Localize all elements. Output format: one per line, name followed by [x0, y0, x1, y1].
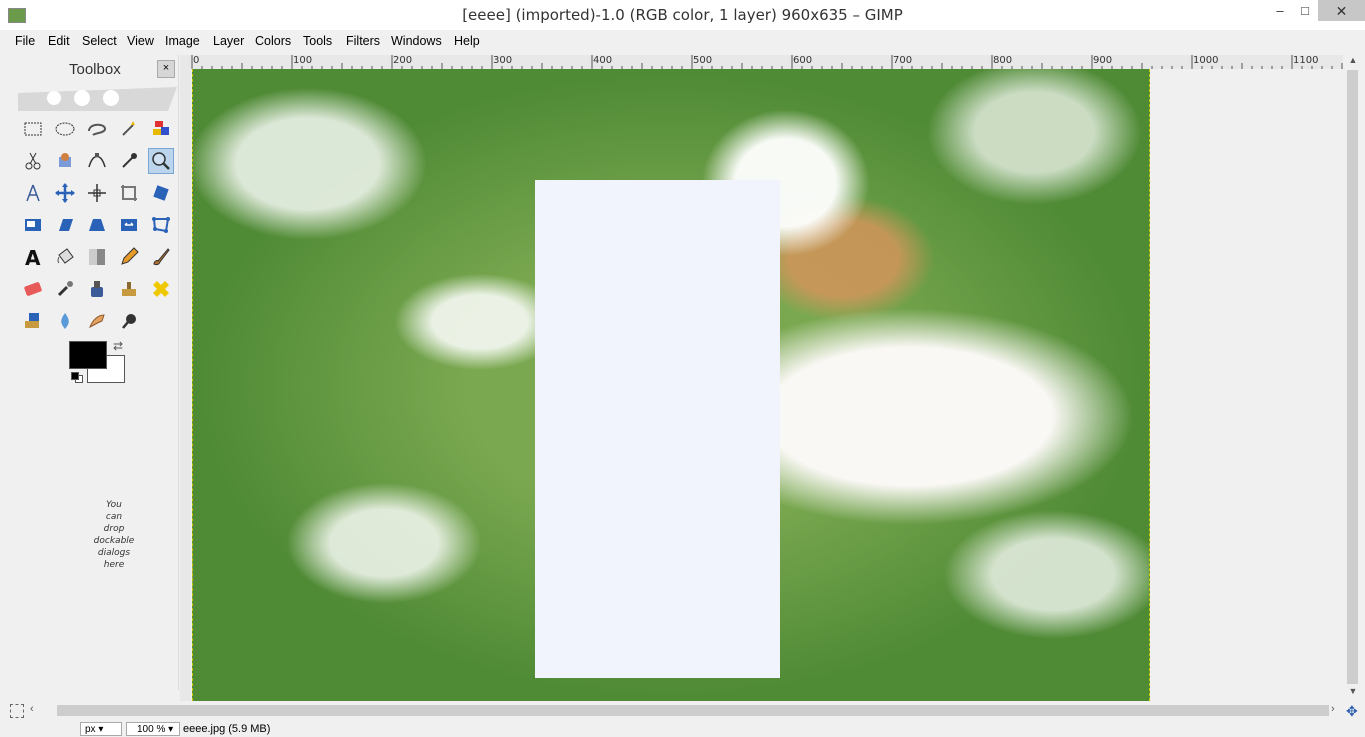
scroll-down-arrow-icon[interactable]: ▼: [1344, 686, 1362, 700]
toolbox-title: Toolbox: [69, 61, 121, 78]
move-tool-icon[interactable]: [52, 180, 78, 206]
drop-hint-line: drop: [103, 524, 125, 534]
foreground-color-swatch-front[interactable]: [69, 341, 107, 369]
horizontal-ruler[interactable]: 0 100 200 300 400 500 600 700 800 900 10…: [191, 55, 1343, 70]
menu-edit[interactable]: Edit: [48, 34, 70, 48]
navigate-icon[interactable]: ✥: [1346, 703, 1358, 720]
menu-view[interactable]: View: [127, 34, 154, 48]
scissors-select-tool-icon[interactable]: [20, 148, 46, 174]
unit-value: px: [85, 724, 96, 735]
zoom-value: 100 %: [137, 724, 166, 735]
scroll-right-arrow-icon[interactable]: ›: [1331, 703, 1335, 715]
menu-select[interactable]: Select: [82, 34, 117, 48]
toolbox-panel: Toolbox × A ⇄ You can drop dockable dial…: [9, 55, 179, 690]
paintbrush-tool-icon[interactable]: [148, 244, 174, 270]
paths-tool-icon[interactable]: [84, 148, 110, 174]
pencil-tool-icon[interactable]: [116, 244, 142, 270]
window-title: [eeee] (imported)-1.0 (RGB color, 1 laye…: [462, 6, 903, 24]
free-select-tool-icon[interactable]: [84, 116, 110, 142]
rotate-tool-icon[interactable]: [148, 180, 174, 206]
scroll-left-arrow-icon[interactable]: ‹: [30, 703, 34, 715]
foreground-select-tool-icon[interactable]: [52, 148, 78, 174]
dodge-burn-tool-icon[interactable]: [116, 308, 142, 334]
dockable-drop-hint: You can drop dockable dialogs here: [69, 499, 159, 571]
heal-tool-icon[interactable]: [148, 276, 174, 302]
ellipse-select-tool-icon[interactable]: [52, 116, 78, 142]
menu-bar: File Edit Select View Image Layer Colors…: [0, 30, 1365, 52]
clone-tool-icon[interactable]: [116, 276, 142, 302]
rect-select-tool-icon[interactable]: [20, 116, 46, 142]
quick-mask-toggle-icon[interactable]: [10, 704, 24, 718]
drop-hint-line: dialogs: [97, 548, 131, 558]
drop-hint-line: can: [105, 512, 123, 522]
alignment-tool-icon[interactable]: [84, 180, 110, 206]
airbrush-tool-icon[interactable]: [52, 276, 78, 302]
maximize-button[interactable]: □: [1290, 0, 1320, 22]
blend-tool-icon[interactable]: [84, 244, 110, 270]
zoom-select[interactable]: 100 % ▾: [126, 722, 180, 736]
svg-text:A: A: [25, 246, 41, 269]
unit-select[interactable]: px ▾: [80, 722, 122, 736]
default-colors-fg-icon[interactable]: [71, 372, 79, 380]
vertical-scroll-thumb[interactable]: [1347, 70, 1358, 684]
menu-image[interactable]: Image: [165, 34, 200, 48]
color-picker-tool-icon[interactable]: [116, 148, 142, 174]
menu-file[interactable]: File: [15, 34, 35, 48]
close-window-button[interactable]: ✕: [1318, 0, 1365, 21]
toolbox-close-button[interactable]: ×: [157, 60, 175, 78]
fuzzy-select-tool-icon[interactable]: [116, 116, 142, 142]
bucket-fill-tool-icon[interactable]: [52, 244, 78, 270]
wilber-drop-area[interactable]: [16, 85, 177, 111]
white-rectangle-region: [535, 180, 780, 678]
ink-tool-icon[interactable]: [84, 276, 110, 302]
crop-tool-icon[interactable]: [116, 180, 142, 206]
swap-colors-icon[interactable]: ⇄: [113, 339, 123, 353]
scale-tool-icon[interactable]: [20, 212, 46, 238]
drop-hint-line: here: [103, 560, 125, 570]
ruler-ticks: [191, 55, 1343, 69]
menu-help[interactable]: Help: [454, 34, 480, 48]
perspective-tool-icon[interactable]: [84, 212, 110, 238]
cage-transform-tool-icon[interactable]: [148, 212, 174, 238]
menu-filters[interactable]: Filters: [346, 34, 380, 48]
smudge-tool-icon[interactable]: [84, 308, 110, 334]
measure-tool-icon[interactable]: [20, 180, 46, 206]
text-tool-icon[interactable]: A: [20, 244, 46, 270]
menu-layer[interactable]: Layer: [213, 34, 244, 48]
shear-tool-icon[interactable]: [52, 212, 78, 238]
menu-tools[interactable]: Tools: [303, 34, 332, 48]
horizontal-scroll-thumb[interactable]: [57, 705, 1329, 716]
blur-sharpen-tool-icon[interactable]: [52, 308, 78, 334]
perspective-clone-tool-icon[interactable]: [20, 308, 46, 334]
select-by-color-tool-icon[interactable]: [148, 116, 174, 142]
flip-tool-icon[interactable]: [116, 212, 142, 238]
drop-hint-line: You: [106, 500, 122, 510]
menu-windows[interactable]: Windows: [391, 34, 442, 48]
menu-colors[interactable]: Colors: [255, 34, 291, 48]
drop-hint-line: dockable: [93, 536, 135, 546]
ruler-corner[interactable]: [180, 55, 191, 69]
zoom-tool-icon[interactable]: [148, 148, 174, 174]
status-message: eeee.jpg (5.9 MB): [183, 723, 271, 735]
scroll-up-arrow-icon[interactable]: ▲: [1344, 55, 1362, 69]
eraser-tool-icon[interactable]: [20, 276, 46, 302]
